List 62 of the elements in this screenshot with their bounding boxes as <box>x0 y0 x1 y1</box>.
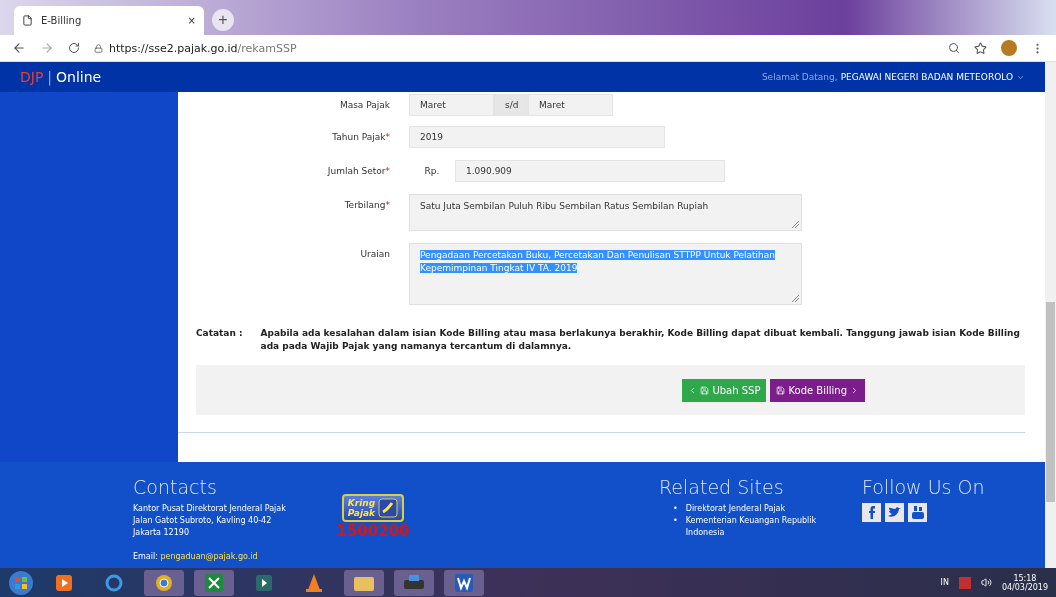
address-line: Kantor Pusat Direktorat Jenderal Pajak <box>133 503 287 515</box>
browser-tab[interactable]: E-Billing × <box>14 6 204 35</box>
phone-icon <box>378 498 399 518</box>
chevron-right-icon <box>850 385 859 395</box>
email-link[interactable]: pengaduan@pajak.go.id <box>160 552 258 561</box>
language-indicator[interactable]: IN <box>940 578 949 587</box>
footer-heading: Follow Us On <box>862 476 986 498</box>
new-tab-button[interactable]: + <box>212 9 234 31</box>
related-link[interactable]: Direktorat Jenderal Pajak <box>685 503 826 515</box>
related-link[interactable]: Kementerian Keuangan Republik Indonesia <box>685 515 826 539</box>
currency-prefix: Rp. <box>423 166 441 176</box>
range-separator: s/d <box>494 94 528 116</box>
chrome-icon[interactable] <box>144 569 184 596</box>
field-label: Uraian <box>360 249 390 259</box>
address-line: Jakarta 12190 <box>133 527 190 539</box>
lock-icon <box>94 43 103 53</box>
input-field[interactable]: 2019 <box>409 126 665 148</box>
email-line: Email: pengaduan@pajak.go.id <box>133 551 259 563</box>
text-area[interactable]: Satu Juta Sembilan Puluh Ribu Sembilan Ratus Sembilan Rupiah <box>409 194 802 231</box>
month-select[interactable]: Maret <box>409 94 494 116</box>
address-line: Jalan Gatot Subroto, Kavling 40-42 <box>133 515 273 527</box>
start-button[interactable] <box>8 569 34 596</box>
month-select[interactable]: Maret <box>528 94 613 116</box>
bullet: • <box>673 503 678 515</box>
footer-heading: Contacts <box>133 476 218 498</box>
resize-grip-icon <box>792 221 799 228</box>
video-icon[interactable] <box>908 503 927 522</box>
address-bar[interactable]: https://sse2.pajak.go.id/rekamSSP <box>94 41 934 55</box>
close-icon[interactable]: × <box>187 15 196 26</box>
page-icon <box>22 15 33 26</box>
footer-heading: Related Sites <box>659 476 785 498</box>
bird-icon[interactable] <box>885 503 904 522</box>
input-field[interactable]: 1.090.909 <box>455 160 725 182</box>
hotline-logo: Kring Pajak 1500200 <box>333 494 413 568</box>
resize-grip-icon <box>792 295 799 302</box>
user-menu[interactable]: Selamat Datang, PEGAWAI NEGERI BADAN METEOROLO <box>761 72 1025 82</box>
note-text: Apabila ada kesalahan dalam isian Kode Billing atau masa berlakunya berakhir, Kode Billing dapat dibuat kembali. Tanggung jawab isian Kode Billing ada pada Wajib Pajak yang namanya tercantum di dalamnya. <box>260 327 1021 353</box>
bookmark-star-icon[interactable] <box>974 41 987 55</box>
save-icon <box>700 385 710 395</box>
zoom-icon[interactable] <box>948 42 960 54</box>
extension-icon[interactable] <box>1001 40 1017 56</box>
bullet: • <box>673 515 678 527</box>
facebook-icon[interactable] <box>862 503 881 522</box>
back-icon[interactable] <box>12 41 26 55</box>
note-label: Catatan : <box>196 327 243 340</box>
field-label: Masa Pajak <box>338 99 390 112</box>
save-icon <box>776 385 786 395</box>
field-label: Jumlah Setor <box>327 166 386 176</box>
field-label: Tahun Pajak <box>332 132 386 142</box>
folder-icon[interactable] <box>344 569 384 596</box>
volume-icon[interactable] <box>980 577 992 588</box>
required-mark: * <box>385 132 390 142</box>
site-logo: DJP | Online <box>20 69 102 85</box>
document-icon[interactable] <box>444 569 484 596</box>
required-mark: * <box>385 166 390 176</box>
field-label: Terbilang <box>344 200 386 210</box>
reload-icon[interactable] <box>68 42 80 54</box>
required-mark: * <box>385 200 390 210</box>
next-button[interactable]: Kode Billing <box>770 378 865 402</box>
clock[interactable]: 15:18 04/03/2019 <box>1001 573 1048 592</box>
printer-icon[interactable] <box>394 569 434 596</box>
spreadsheet-icon[interactable] <box>194 569 234 596</box>
